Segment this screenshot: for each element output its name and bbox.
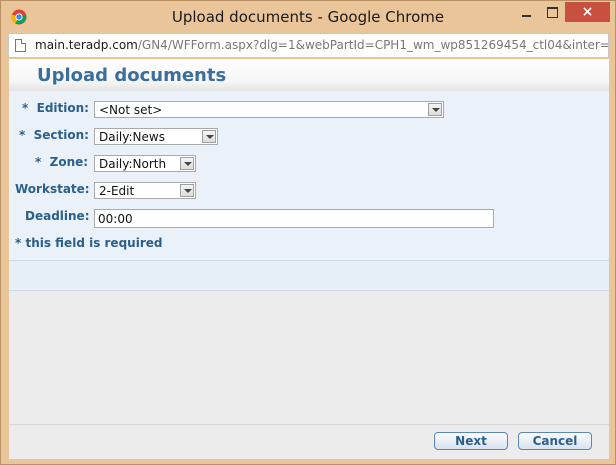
- dialog-header: Upload documents: [9, 59, 609, 91]
- browser-window: Upload documents - Google Chrome × main.…: [0, 0, 616, 465]
- form-footer-band: [9, 261, 609, 291]
- required-note: * this field is required: [15, 236, 163, 250]
- minimize-button[interactable]: [513, 2, 539, 22]
- section-select[interactable]: Daily:News: [94, 128, 218, 145]
- footer-divider: [9, 424, 609, 425]
- url-host: main.teradp.com: [35, 38, 138, 52]
- url-text[interactable]: main.teradp.com/GN4/WFForm.aspx?dlg=1&we…: [35, 38, 609, 52]
- required-marker: *: [19, 128, 26, 142]
- edition-value: <Not set>: [99, 103, 163, 117]
- edition-label: * Edition:: [22, 101, 89, 115]
- zone-value: Daily:North: [99, 157, 167, 171]
- deadline-label: Deadline:: [25, 209, 90, 223]
- edition-select[interactable]: <Not set>: [94, 101, 444, 118]
- url-path: /GN4/WFForm.aspx?dlg=1&webPartId=CPH1_wm…: [137, 38, 609, 52]
- workstate-value: 2-Edit: [99, 184, 135, 198]
- close-icon: ×: [581, 4, 594, 20]
- next-button[interactable]: Next: [434, 432, 508, 450]
- required-marker: *: [22, 101, 29, 115]
- address-bar[interactable]: main.teradp.com/GN4/WFForm.aspx?dlg=1&we…: [8, 33, 609, 58]
- cancel-button[interactable]: Cancel: [518, 432, 592, 450]
- dialog-content: Upload documents * Edition: <Not set> * …: [9, 59, 609, 459]
- chevron-down-icon[interactable]: [180, 184, 194, 197]
- zone-label: * Zone:: [35, 155, 89, 169]
- chevron-down-icon[interactable]: [180, 157, 194, 170]
- page-icon: [15, 39, 26, 52]
- zone-select[interactable]: Daily:North: [94, 155, 196, 172]
- workstate-select[interactable]: 2-Edit: [94, 182, 196, 199]
- page-title: Upload documents: [37, 65, 227, 86]
- form-panel: * Edition: <Not set> * Section: Daily:Ne…: [9, 91, 609, 261]
- chevron-down-icon[interactable]: [428, 103, 442, 116]
- deadline-input[interactable]: [94, 209, 494, 228]
- required-marker: *: [35, 155, 42, 169]
- workstate-label: Workstate:: [15, 182, 90, 196]
- chevron-down-icon[interactable]: [202, 130, 216, 143]
- close-button[interactable]: ×: [565, 2, 610, 22]
- title-bar[interactable]: Upload documents - Google Chrome ×: [1, 1, 615, 33]
- maximize-button[interactable]: [539, 2, 565, 22]
- section-value: Daily:News: [99, 130, 165, 144]
- section-label: * Section:: [19, 128, 89, 142]
